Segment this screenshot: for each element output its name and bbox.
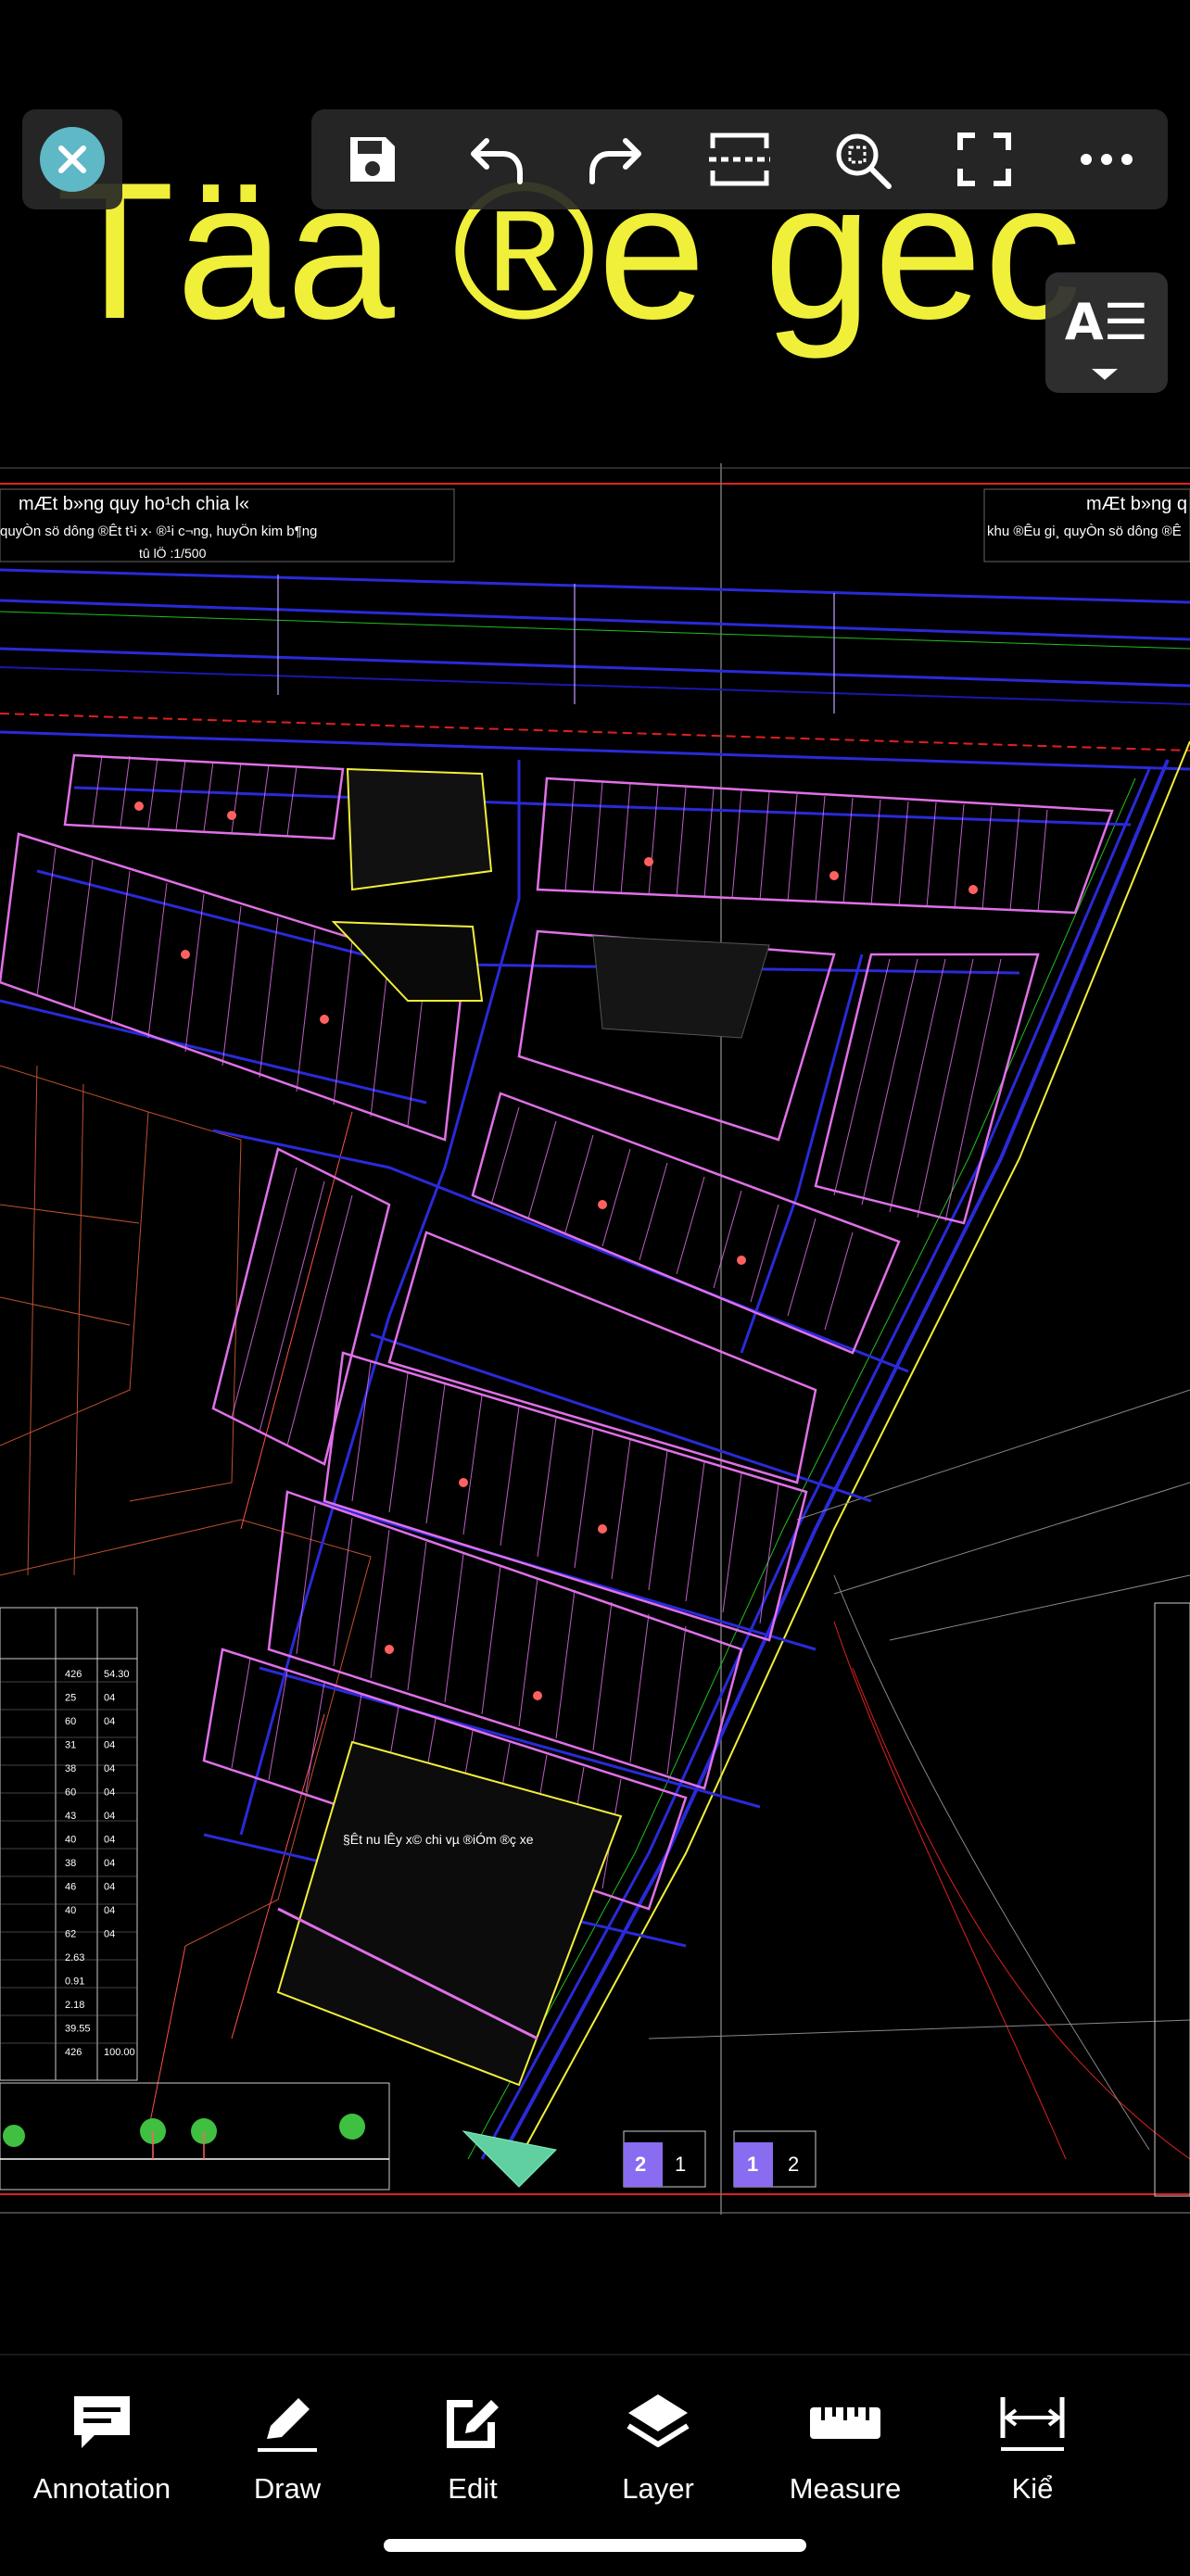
dimension-icon [940,2383,1125,2461]
table-cell: 426 [65,2047,82,2058]
annotation-label: Annotation [32,2472,171,2505]
title-left-line2: quyÒn sö dông ®Êt t¹i x· ®¹i c­¬ng, huyÖ… [0,523,317,539]
cad-drawing-canvas[interactable]: Täa ®e gec mÆt b»ng quy ho¹ch chia l« qu… [0,0,1190,2354]
draw-label: Draw [253,2472,322,2505]
park-area [592,935,770,1039]
lot-block [323,1351,808,1642]
more-icon [1081,154,1133,165]
redo-button[interactable] [566,109,668,209]
scan-area-button[interactable] [689,109,791,209]
park-area [346,767,493,891]
layout-page-box-a: 2 1 [623,2130,706,2188]
lot-block [471,1092,901,1355]
table-cell: 04 [104,1716,115,1727]
layout-page-box-b: 1 2 [733,2130,817,2188]
title-left-line1: mÆt b»ng quy ho¹ch chia l« [19,494,249,514]
save-icon [350,137,395,182]
cad-drawing: mÆt b»ng quy ho¹ch chia l« quyÒn sö dông… [0,463,1190,2215]
top-toolbar [311,109,1168,209]
page-box-a-first: 2 [635,2153,646,2176]
table-cell: 0.91 [65,1976,84,1988]
table-cell: 25 [65,1693,76,1704]
annotation-icon [9,2383,195,2461]
page-box-b-first: 1 [747,2153,758,2176]
text-style-icon: A☰ [1064,293,1149,351]
undo-icon [471,138,523,184]
table-cell: 04 [104,1905,115,1916]
table-cell: 62 [65,1929,76,1940]
measure-tool[interactable]: Measure [753,2383,938,2522]
layers-icon [565,2383,751,2461]
table-cell: 04 [104,1929,115,1940]
table-cell: 04 [104,1693,115,1704]
table-cell: 04 [104,1740,115,1751]
title-right-line2: khu ®Êu gi¸ quyÒn sö dông ®Ê [987,524,1182,539]
pencil-icon [195,2383,380,2461]
undo-button[interactable] [444,109,546,209]
table-cell: 43 [65,1811,76,1822]
close-icon [40,127,105,192]
scan-area-icon [709,133,770,186]
layer-label: Layer [622,2472,694,2505]
area-label: §Êt nu lÊy x© chi vµ ®iÓm ®ç xe [343,1832,534,1847]
table-cell: 40 [65,1905,76,1916]
measure-label: Measure [789,2472,902,2505]
table-cell: 04 [104,1858,115,1869]
edit-tool[interactable]: Edit [380,2383,565,2522]
table-cell: 40 [65,1835,76,1846]
close-button[interactable] [22,109,122,209]
table-cell: 38 [65,1763,76,1774]
lot-block [814,953,1040,1225]
table-cell: 60 [65,1716,76,1727]
annotation-tool[interactable]: Annotation [9,2383,195,2522]
save-button[interactable] [322,109,424,209]
table-cell: 46 [65,1882,76,1893]
table-cell: 60 [65,1787,76,1799]
park-area [331,920,484,1002]
zoom-select-button[interactable] [811,109,913,209]
table-cell: 04 [104,1882,115,1893]
page-box-a-second: 1 [675,2153,686,2176]
more-button[interactable] [1056,109,1158,209]
home-indicator[interactable] [384,2539,806,2552]
table-cell: 39.55 [65,2024,91,2035]
fullscreen-button[interactable] [933,109,1035,209]
summary-table: 426 54.30 25 04 60 04 31 04 38 04 60 04 43 04 40 04 38 04… [0,1607,138,2081]
edit-label: Edit [448,2472,498,2505]
layer-tool[interactable]: Layer [565,2383,751,2522]
table-cell: 2.18 [65,2000,84,2011]
text-style-button[interactable]: A☰ [1045,272,1168,393]
table-cell: 04 [104,1763,115,1774]
dimension-label: Kiể [1011,2472,1054,2505]
lot-block [267,1490,743,1790]
table-cell: 38 [65,1858,76,1869]
title-right-line1: mÆt b»ng q [1086,494,1187,514]
edit-icon [380,2383,565,2461]
redo-icon [589,138,641,184]
table-cell: 100.00 [104,2047,135,2058]
ruler-icon [753,2383,938,2461]
title-left-line3: tû lÖ :1/500 [139,545,207,561]
table-cell: 2.63 [65,1952,84,1964]
fullscreen-icon [957,133,1011,186]
zoom-select-icon [836,133,892,189]
table-cell: 54.30 [104,1669,130,1680]
lot-block [387,1231,817,1484]
page-box-b-second: 2 [788,2153,799,2176]
table-cell: 04 [104,1811,115,1822]
table-cell: 31 [65,1740,76,1751]
dropdown-triangle-icon [1092,369,1118,380]
draw-tool[interactable]: Draw [195,2383,380,2522]
table-cell: 426 [65,1669,82,1680]
table-cell: 04 [104,1835,115,1846]
table-cell: 04 [104,1787,115,1799]
dimension-tool[interactable]: Kiể [940,2383,1125,2522]
